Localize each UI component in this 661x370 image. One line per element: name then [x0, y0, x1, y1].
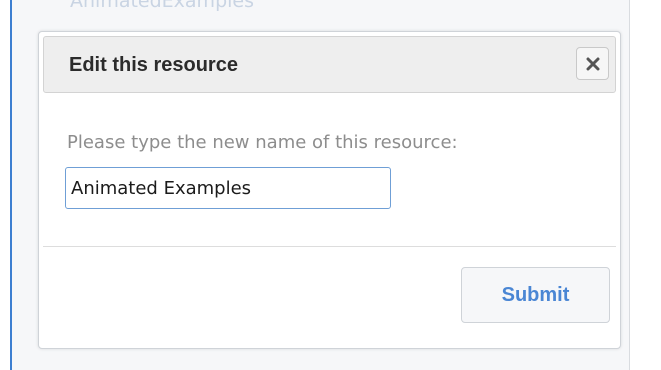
background-resource-title: AnimatedExamples — [70, 0, 254, 12]
resource-name-input[interactable] — [65, 167, 391, 209]
dialog-header: Edit this resource — [43, 36, 616, 93]
rename-prompt: Please type the new name of this resourc… — [67, 132, 458, 153]
submit-button[interactable]: Submit — [461, 267, 610, 323]
page-backdrop: AnimatedExamples Edit this resource Plea… — [0, 0, 661, 370]
close-icon — [586, 57, 600, 71]
close-button[interactable] — [576, 47, 609, 80]
dialog-divider — [43, 246, 616, 247]
edit-resource-dialog: Edit this resource Please type the new n… — [38, 31, 621, 349]
dialog-title: Edit this resource — [69, 54, 238, 76]
